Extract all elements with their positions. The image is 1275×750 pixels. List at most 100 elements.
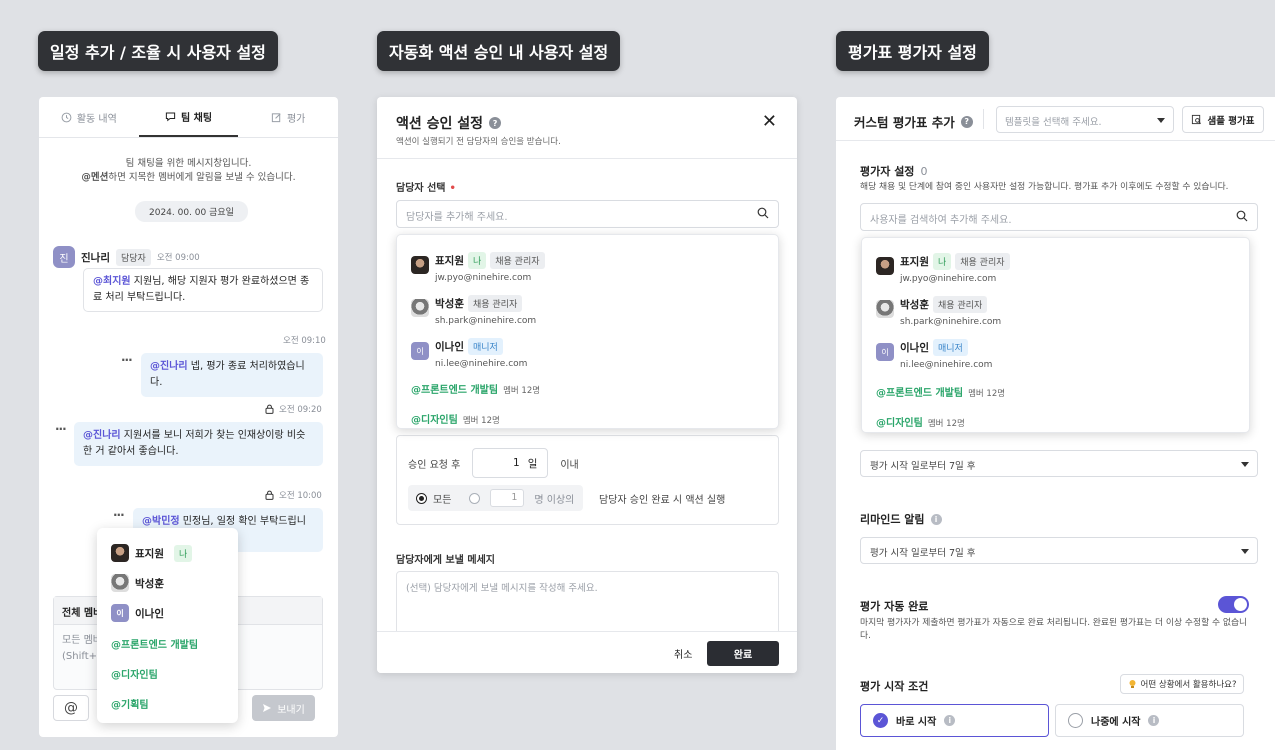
avatar bbox=[411, 299, 429, 317]
tab-activity-label: 활동 내역 bbox=[76, 113, 117, 125]
info-icon[interactable]: i bbox=[1148, 715, 1160, 726]
assignee-option[interactable]: 이 이나인 매니저 ni.lee@ninehire.com bbox=[411, 338, 527, 369]
person-name: 이나인 bbox=[900, 342, 929, 354]
person-email: jw.pyo@ninehire.com bbox=[900, 274, 997, 284]
radio-icon bbox=[1068, 713, 1083, 728]
info-icon[interactable]: i bbox=[930, 513, 942, 525]
help-icon[interactable]: ? bbox=[960, 115, 973, 128]
mention-group-option[interactable]: @프론트엔드 개발팀 bbox=[97, 628, 238, 658]
person-email: sh.park@ninehire.com bbox=[435, 316, 537, 326]
deadline-days-input[interactable]: 1 일 bbox=[472, 448, 549, 478]
message-time: 오전 09:20 bbox=[279, 405, 322, 415]
modal-title: 액션 승인 설정 ? bbox=[396, 113, 502, 133]
role-badge: 채용 관리자 bbox=[467, 295, 523, 312]
more-options-icon[interactable]: ··· bbox=[121, 353, 133, 367]
group-option[interactable]: @디자인팀 멤버 12명 bbox=[876, 414, 965, 429]
role-badge: 채용 관리자 bbox=[932, 296, 988, 313]
info-icon[interactable]: i bbox=[944, 715, 956, 726]
template-select[interactable]: 템플릿을 선택해 주세요. bbox=[996, 106, 1174, 133]
evaluator-option[interactable]: 표지원 나 채용 관리자 jw.pyo@ninehire.com bbox=[876, 253, 1010, 284]
chat-intro-line1: 팀 채팅을 위한 메시지창입니다. bbox=[125, 158, 252, 169]
tab-evaluation[interactable]: 평가 bbox=[238, 97, 338, 137]
deadline-select-value: 평가 시작 일로부터 7일 후 bbox=[870, 461, 976, 472]
min-count-input[interactable]: 1 bbox=[490, 489, 525, 507]
message-bubble: @진나리 넵, 평가 종료 처리하였습니다. bbox=[141, 353, 323, 397]
group-option[interactable]: @디자인팀 멤버 12명 bbox=[411, 411, 500, 426]
role-badge: 매니저 bbox=[467, 338, 503, 355]
mention-option[interactable]: 박성훈 bbox=[97, 568, 238, 598]
send-label: 보내기 bbox=[277, 704, 305, 716]
tab-team-chat[interactable]: 팀 채팅 bbox=[138, 97, 239, 137]
reminder-select[interactable]: 평가 시작 일로부터 7일 후 bbox=[860, 537, 1258, 564]
send-button[interactable]: 보내기 bbox=[252, 695, 315, 721]
mention-link[interactable]: @진나리 bbox=[83, 430, 121, 441]
message-time-row: 오전 09:20 bbox=[265, 403, 322, 415]
required-mark: • bbox=[449, 183, 456, 194]
assignee-search-input[interactable]: 담당자를 추가해 주세요. bbox=[396, 200, 779, 228]
sender-name: 진나리 bbox=[81, 251, 110, 264]
option-n-suffix: 명 이상의 bbox=[534, 494, 575, 506]
sample-form-button[interactable]: 샘플 평가표 bbox=[1182, 106, 1264, 133]
chat-tabs: 활동 내역 팀 채팅 평가 bbox=[39, 97, 338, 138]
close-icon[interactable]: ✕ bbox=[762, 111, 777, 132]
avatar bbox=[411, 256, 429, 274]
person-name: 이나인 bbox=[435, 341, 464, 353]
approval-rule-row: 모든 1 명 이상의 담당자 승인 완료 시 액션 실행 bbox=[408, 485, 725, 511]
start-now-option[interactable]: ✓ 바로 시작 i bbox=[860, 704, 1049, 737]
search-icon bbox=[1236, 210, 1248, 222]
message-header: 진 진나리 담당자 오전 09:00 bbox=[53, 246, 200, 268]
lock-icon bbox=[265, 490, 274, 500]
person-email: sh.park@ninehire.com bbox=[900, 317, 1002, 327]
usage-hint-button[interactable]: 어떤 상황에서 활용하나요? bbox=[1120, 674, 1244, 694]
reminder-label-text: 리마인드 알림 bbox=[860, 513, 925, 526]
evaluator-option[interactable]: 박성훈 채용 관리자 sh.park@ninehire.com bbox=[876, 296, 1001, 327]
more-options-icon[interactable]: ··· bbox=[113, 508, 125, 522]
mention-link[interactable]: @진나리 bbox=[150, 361, 188, 372]
assignee-search-placeholder: 담당자를 추가해 주세요. bbox=[406, 212, 508, 223]
radio-min-count[interactable] bbox=[469, 492, 481, 504]
chat-intro: 팀 채팅을 위한 메시지창입니다. @멘션하면 지목한 멤버에게 알림을 보낼 … bbox=[39, 157, 338, 185]
group-option[interactable]: @프론트엔드 개발팀 멤버 12명 bbox=[876, 384, 1005, 399]
tab-activity[interactable]: 활동 내역 bbox=[39, 97, 139, 137]
group-count: 멤버 12명 bbox=[503, 386, 541, 396]
me-badge: 나 bbox=[932, 253, 952, 270]
section-heading-automation: 자동화 액션 승인 내 사용자 설정 bbox=[377, 31, 621, 71]
mention-option[interactable]: 표지원 나 bbox=[97, 538, 238, 568]
mention-button[interactable]: @ bbox=[53, 695, 89, 721]
mention-link[interactable]: @최지원 bbox=[93, 276, 131, 287]
document-search-icon bbox=[1192, 114, 1202, 125]
option-tail: 담당자 승인 완료 시 액션 실행 bbox=[599, 494, 726, 506]
panel-header: 커스텀 평가표 추가 ? 템플릿을 선택해 주세요. 샘플 평가표 bbox=[836, 97, 1275, 141]
start-later-option[interactable]: 나중에 시작 i bbox=[1055, 704, 1244, 737]
approval-deadline-row: 승인 요청 후 1 일 이내 bbox=[408, 448, 579, 478]
cancel-button[interactable]: 취소 bbox=[674, 646, 692, 661]
group-count: 멤버 12명 bbox=[927, 419, 965, 429]
evaluator-search-input[interactable]: 사용자를 검색하여 추가해 주세요. bbox=[860, 203, 1258, 231]
group-option[interactable]: @프론트엔드 개발팀 멤버 12명 bbox=[411, 381, 540, 396]
group-name: @디자인팀 bbox=[411, 415, 458, 426]
mention-link[interactable]: @박민정 bbox=[142, 516, 180, 527]
tab-team-chat-label: 팀 채팅 bbox=[180, 112, 213, 124]
auto-complete-toggle[interactable] bbox=[1218, 596, 1249, 613]
mention-group-option[interactable]: @디자인팀 bbox=[97, 658, 238, 688]
deadline-days-value: 1 bbox=[513, 457, 520, 469]
evaluator-option[interactable]: 이 이나인 매니저 ni.lee@ninehire.com bbox=[876, 339, 992, 370]
mention-group-option[interactable]: @기획팀 bbox=[97, 688, 238, 718]
chat-intro-line2: @멘션하면 지목한 멤버에게 알림을 보낼 수 있습니다. bbox=[39, 171, 338, 185]
person-email: jw.pyo@ninehire.com bbox=[435, 273, 532, 283]
deadline-select[interactable]: 평가 시작 일로부터 7일 후 bbox=[860, 450, 1258, 477]
mention-option[interactable]: 이 이나인 bbox=[97, 598, 238, 628]
assignee-option[interactable]: 표지원 나 채용 관리자 jw.pyo@ninehire.com bbox=[411, 252, 545, 283]
assignee-label: 담당자 선택 • bbox=[396, 179, 456, 194]
assignee-option[interactable]: 박성훈 채용 관리자 sh.park@ninehire.com bbox=[411, 295, 536, 326]
help-icon[interactable]: ? bbox=[489, 117, 502, 129]
modal-title-text: 액션 승인 설정 bbox=[396, 116, 484, 132]
avatar bbox=[876, 300, 894, 318]
radio-all[interactable] bbox=[416, 492, 427, 504]
auto-complete-desc: 마지막 평가자가 제출하면 평가표가 자동으로 완료 처리됩니다. 완료된 평가… bbox=[860, 618, 1248, 641]
group-name: @디자인팀 bbox=[876, 418, 923, 429]
request-suffix: 이내 bbox=[560, 459, 579, 471]
message-bubble: @최지원 지원님, 해당 지원자 평가 완료하셨으면 종료 처리 부탁드립니다. bbox=[83, 268, 323, 312]
confirm-button[interactable]: 완료 bbox=[707, 641, 779, 666]
more-options-icon[interactable]: ··· bbox=[55, 422, 67, 436]
